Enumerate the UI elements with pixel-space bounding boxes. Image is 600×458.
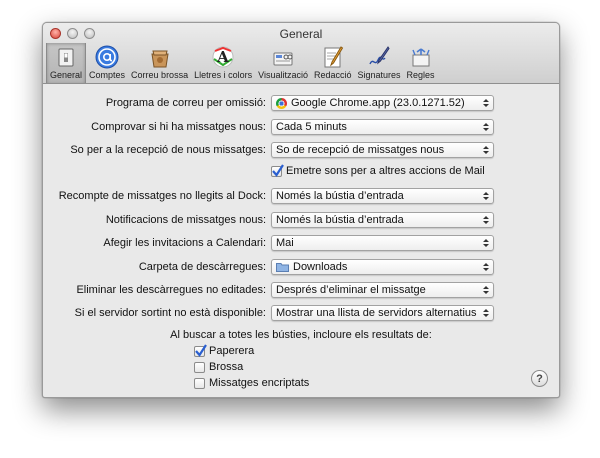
popup-arrows-icon — [483, 263, 489, 271]
dock-unread-popup[interactable]: Només la bústia d’entrada — [271, 188, 494, 204]
svg-text:A: A — [216, 48, 229, 66]
popup-arrows-icon — [483, 216, 489, 224]
search-section-label: Al buscar a totes les bústies, incloure … — [170, 329, 432, 341]
new-mail-sound-value: So de recepció de missatges nous — [276, 144, 445, 156]
checkbox-box — [194, 377, 205, 389]
check-messages-value: Cada 5 minuts — [276, 121, 347, 133]
outgoing-server-value: Mostrar una llista de servidors alternat… — [276, 307, 477, 319]
tab-label: Visualització — [258, 70, 308, 80]
tab-label: General — [50, 70, 83, 80]
junk-mail-icon — [150, 50, 169, 68]
notifications-value: Només la bústia d’entrada — [276, 214, 404, 226]
notifications-popup[interactable]: Només la bústia d’entrada — [271, 212, 494, 228]
tab-signatures[interactable]: Signatures — [355, 43, 404, 83]
search-trash-checkbox[interactable]: Paperera — [194, 343, 255, 358]
calendar-label: Afegir les invitacions a Calendari: — [103, 237, 266, 249]
tab-label: Regles — [406, 70, 435, 80]
setting-notifications: Notificacions de missatges nous: Només l… — [43, 212, 559, 228]
switch-icon — [58, 48, 74, 67]
checkmark-icon — [195, 343, 207, 357]
tab-viewing[interactable]: Visualització — [255, 43, 311, 83]
tab-fonts-colors[interactable]: A Lletres i colors — [191, 43, 255, 83]
tab-label: Signatures — [357, 70, 401, 80]
popup-arrows-icon — [483, 192, 489, 200]
tab-label: Comptes — [89, 70, 126, 80]
signature-icon — [369, 46, 390, 65]
popup-arrows-icon — [483, 239, 489, 247]
calendar-popup[interactable]: Mai — [271, 235, 494, 251]
tab-label: Lletres i colors — [194, 70, 253, 80]
popup-arrows-icon — [483, 286, 489, 294]
chrome-icon — [276, 97, 287, 109]
play-sounds-checkbox[interactable]: Emetre sons per a altres accions de Mail — [271, 163, 485, 178]
tab-rules[interactable]: Regles — [404, 43, 438, 83]
tab-composing[interactable]: Redacció — [311, 43, 355, 83]
remove-downloads-label: Eliminar les descàrregues no editades: — [76, 284, 266, 296]
preferences-window: General General Comptes Correu brossa A … — [42, 22, 560, 398]
viewing-icon — [273, 52, 293, 66]
checkbox-box — [194, 361, 205, 373]
setting-calendar: Afegir les invitacions a Calendari: Mai — [43, 235, 559, 251]
default-mail-popup[interactable]: Google Chrome.app (23.0.1271.52) — [271, 95, 494, 111]
popup-arrows-icon — [483, 123, 489, 131]
check-messages-popup[interactable]: Cada 5 minuts — [271, 119, 494, 135]
setting-new-mail-sound: So per a la recepció de nous missatges: … — [43, 142, 559, 158]
setting-downloads: Carpeta de descàrregues: Downloads — [43, 259, 559, 275]
search-junk-label: Brossa — [209, 361, 244, 373]
tab-label: Redacció — [313, 70, 352, 80]
search-encrypted-label: Missatges encriptats — [209, 377, 310, 389]
folder-icon — [276, 263, 289, 272]
outgoing-server-label: Si el servidor sortint no està disponibl… — [74, 307, 266, 319]
setting-default-mail: Programa de correu per omissió: Google C… — [43, 95, 559, 111]
downloads-value: Downloads — [293, 261, 348, 273]
dock-unread-label: Recompte de missatges no llegits al Dock… — [58, 190, 266, 202]
notifications-label: Notificacions de missatges nous: — [105, 214, 266, 226]
toolbar: General General Comptes Correu brossa A … — [43, 23, 559, 84]
outgoing-server-popup[interactable]: Mostrar una llista de servidors alternat… — [271, 305, 494, 321]
search-junk-checkbox[interactable]: Brossa — [194, 360, 243, 374]
check-messages-label: Comprovar si hi ha missatges nous: — [91, 121, 266, 133]
remove-downloads-popup[interactable]: Després d’eliminar el missatge — [271, 282, 494, 298]
tab-label: Correu brossa — [131, 70, 189, 80]
downloads-popup[interactable]: Downloads — [271, 259, 494, 275]
default-mail-label: Programa de correu per omissió: — [105, 97, 266, 109]
new-mail-sound-popup[interactable]: So de recepció de missatges nous — [271, 142, 494, 158]
popup-arrows-icon — [483, 309, 489, 317]
search-trash-label: Paperera — [209, 345, 255, 357]
tab-accounts[interactable]: Comptes — [86, 43, 128, 83]
setting-dock-unread: Recompte de missatges no llegits al Dock… — [43, 188, 559, 204]
remove-downloads-value: Després d’eliminar el missatge — [276, 284, 426, 296]
dock-unread-value: Només la bústia d’entrada — [276, 190, 404, 202]
font-colors-icon: A — [212, 46, 234, 68]
setting-check-messages: Comprovar si hi ha missatges nous: Cada … — [43, 119, 559, 135]
tab-junk-mail[interactable]: Correu brossa — [128, 43, 191, 83]
composing-icon — [324, 46, 343, 68]
preference-tabs: General Comptes Correu brossa A Lletres … — [46, 43, 438, 83]
window-title: General — [279, 27, 323, 41]
checkbox-box — [194, 343, 207, 357]
new-mail-sound-label: So per a la recepció de nous missatges: — [70, 144, 266, 156]
tab-general[interactable]: General — [46, 43, 87, 83]
calendar-value: Mai — [276, 237, 294, 249]
checkbox-box — [271, 163, 284, 177]
checkmark-icon — [272, 163, 284, 177]
popup-arrows-icon — [483, 99, 489, 107]
play-sounds-label: Emetre sons per a altres accions de Mail — [286, 165, 485, 177]
search-encrypted-checkbox[interactable]: Missatges encriptats — [194, 376, 309, 390]
default-mail-value: Google Chrome.app (23.0.1271.52) — [291, 97, 465, 109]
general-pane: Programa de correu per omissió: Google C… — [43, 85, 559, 397]
help-button[interactable]: ? — [531, 370, 548, 387]
rules-icon — [411, 48, 430, 67]
popup-arrows-icon — [483, 146, 489, 154]
setting-remove-downloads: Eliminar les descàrregues no editades: D… — [43, 282, 559, 298]
setting-outgoing-server: Si el servidor sortint no està disponibl… — [43, 305, 559, 321]
downloads-label: Carpeta de descàrregues: — [138, 261, 266, 273]
at-sign-icon — [95, 45, 119, 69]
